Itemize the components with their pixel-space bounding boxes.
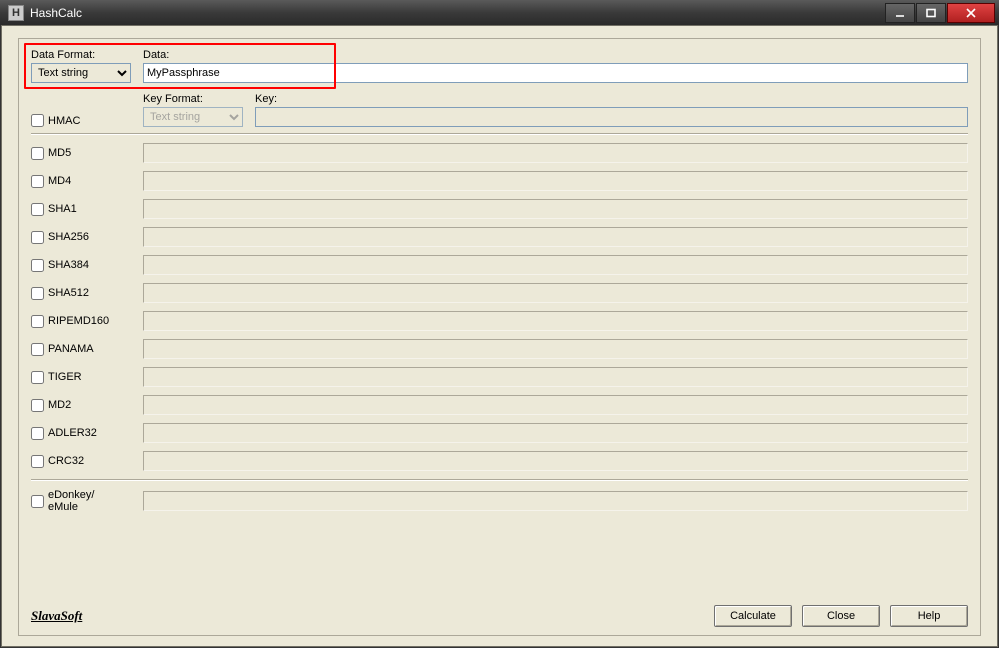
edonkey-output[interactable] [143, 491, 968, 511]
hash-row: SHA512 [31, 283, 968, 303]
dialog-frame: Data Format: Text string Data: HMAC Ke [18, 38, 981, 636]
hash-row-edonkey: eDonkey/ eMule [31, 489, 968, 513]
hash-row: ADLER32 [31, 423, 968, 443]
hash-label: SHA384 [48, 259, 89, 271]
window-controls [884, 3, 995, 23]
calculate-button[interactable]: Calculate [714, 605, 792, 627]
close-button[interactable] [947, 3, 995, 23]
hash-output-crc32[interactable] [143, 451, 968, 471]
window-frame: H HashCalc Data Format: Text string [0, 0, 999, 648]
hash-output-sha384[interactable] [143, 255, 968, 275]
brand-label[interactable]: SlavaSoft [31, 608, 82, 624]
hash-label: MD2 [48, 399, 71, 411]
clos-button[interactable]: Close [802, 605, 880, 627]
data-input-row: Data Format: Text string Data: [31, 49, 968, 83]
data-label: Data: [143, 49, 968, 61]
hash-label: MD4 [48, 175, 71, 187]
hmac-checkbox[interactable] [31, 114, 44, 127]
hash-row: MD2 [31, 395, 968, 415]
maximize-icon [925, 8, 937, 18]
hash-checkbox-sha256[interactable] [31, 231, 44, 244]
hash-output-md5[interactable] [143, 143, 968, 163]
hash-checkbox-sha1[interactable] [31, 203, 44, 216]
hash-checkbox-md5[interactable] [31, 147, 44, 160]
edonkey-checkbox[interactable] [31, 495, 44, 508]
hash-checkbox-md2[interactable] [31, 399, 44, 412]
hmac-label: HMAC [48, 115, 80, 127]
hash-row: CRC32 [31, 451, 968, 471]
key-input [255, 107, 968, 127]
data-input[interactable] [143, 63, 968, 83]
key-format-label: Key Format: [143, 93, 245, 105]
hash-row: RIPEMD160 [31, 311, 968, 331]
hash-label: ADLER32 [48, 427, 97, 439]
window-title: HashCalc [30, 6, 884, 20]
edonkey-label: eDonkey/ eMule [48, 489, 94, 513]
hash-output-tiger[interactable] [143, 367, 968, 387]
hmac-row: HMAC Key Format: Text string Key: [31, 93, 968, 127]
hash-label: TIGER [48, 371, 82, 383]
hash-list: MD5 MD4 SHA1 SHA256 SHA384 SHA512 RIPEMD160 PAN… [31, 143, 968, 471]
key-label: Key: [255, 93, 968, 105]
hash-output-adler32[interactable] [143, 423, 968, 443]
hash-label: SHA1 [48, 203, 77, 215]
hash-checkbox-sha512[interactable] [31, 287, 44, 300]
hash-checkbox-crc32[interactable] [31, 455, 44, 468]
hash-output-ripemd160[interactable] [143, 311, 968, 331]
hash-row: TIGER [31, 367, 968, 387]
button-bar: Calculate Close Help [714, 605, 968, 627]
close-icon [965, 8, 977, 18]
hash-output-md4[interactable] [143, 171, 968, 191]
hash-row: SHA256 [31, 227, 968, 247]
maximize-button[interactable] [916, 3, 946, 23]
data-format-select[interactable]: Text string [31, 63, 131, 83]
minimize-icon [894, 8, 906, 18]
data-format-label: Data Format: [31, 49, 133, 61]
hash-label: MD5 [48, 147, 71, 159]
separator [31, 479, 968, 481]
hash-label: SHA512 [48, 287, 89, 299]
hash-checkbox-tiger[interactable] [31, 371, 44, 384]
hash-checkbox-sha384[interactable] [31, 259, 44, 272]
hash-row: SHA384 [31, 255, 968, 275]
hash-output-sha256[interactable] [143, 227, 968, 247]
key-format-select: Text string [143, 107, 243, 127]
titlebar[interactable]: H HashCalc [0, 0, 999, 25]
hash-row: MD5 [31, 143, 968, 163]
hash-row: PANAMA [31, 339, 968, 359]
hash-output-md2[interactable] [143, 395, 968, 415]
hash-label: PANAMA [48, 343, 94, 355]
help-button[interactable]: Help [890, 605, 968, 627]
minimize-button[interactable] [885, 3, 915, 23]
app-icon: H [8, 5, 24, 21]
separator [31, 133, 968, 135]
hash-row: MD4 [31, 171, 968, 191]
hash-output-sha1[interactable] [143, 199, 968, 219]
hash-label: SHA256 [48, 231, 89, 243]
hash-checkbox-adler32[interactable] [31, 427, 44, 440]
hash-checkbox-md4[interactable] [31, 175, 44, 188]
hash-label: RIPEMD160 [48, 315, 109, 327]
hash-checkbox-ripemd160[interactable] [31, 315, 44, 328]
footer-row: SlavaSoft Calculate Close Help [31, 605, 968, 627]
hash-row: SHA1 [31, 199, 968, 219]
hash-output-panama[interactable] [143, 339, 968, 359]
client-area: Data Format: Text string Data: HMAC Ke [1, 25, 998, 647]
hash-checkbox-panama[interactable] [31, 343, 44, 356]
hash-output-sha512[interactable] [143, 283, 968, 303]
hash-label: CRC32 [48, 455, 84, 467]
